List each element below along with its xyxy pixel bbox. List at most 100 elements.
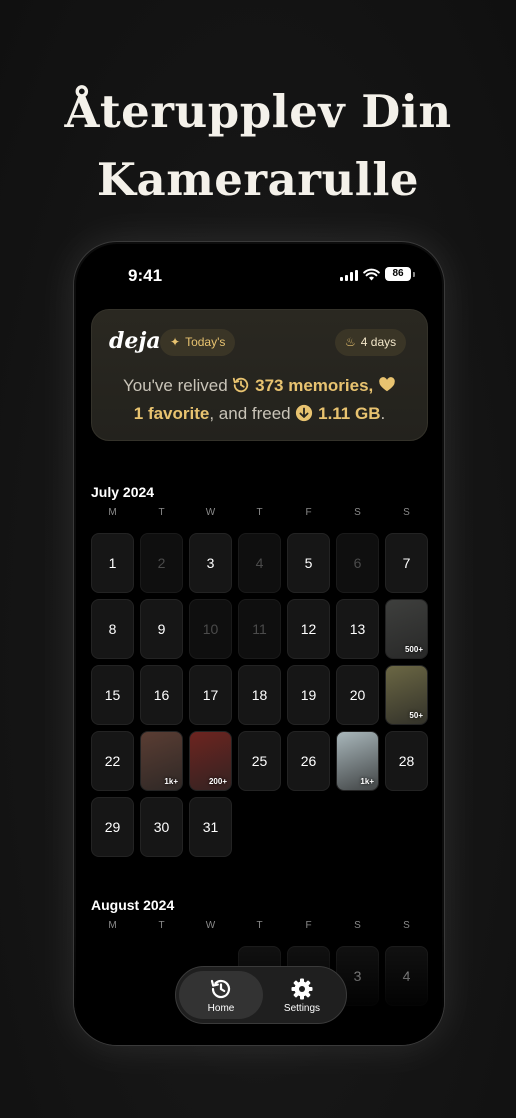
calendar-day[interactable]: 26: [287, 731, 330, 791]
summary-prefix: You've relived: [122, 376, 228, 395]
calendar-day-number: 17: [202, 687, 219, 703]
tab-home-label: Home: [207, 1003, 235, 1014]
headline-line-2: Kamerarulle: [96, 153, 420, 206]
wifi-icon: [363, 268, 380, 281]
calendar-day-number: 31: [202, 819, 219, 835]
calendar-day-number: 30: [153, 819, 170, 835]
calendar-day[interactable]: 7: [385, 533, 428, 593]
calendar-day-number: 19: [300, 687, 317, 703]
phone-frame: 9:41 86 deja ✦ Today's ♨ 4 days You've rel…: [73, 241, 445, 1046]
calendar-day[interactable]: 28: [385, 731, 428, 791]
calendar-day-number: 3: [353, 968, 362, 984]
download-icon: [296, 404, 313, 422]
calendar-day-number: 25: [251, 753, 268, 769]
calendar-day[interactable]: 20: [336, 665, 379, 725]
weekday-label: T: [256, 507, 263, 518]
summary-card: deja ✦ Today's ♨ 4 days You've relived 373…: [91, 309, 428, 441]
history-icon: [210, 979, 231, 999]
tab-settings-label: Settings: [283, 1003, 321, 1014]
calendar-day-number: 7: [402, 555, 411, 571]
photo-count-badge: 50+: [409, 711, 423, 720]
calendar-day-number: 6: [353, 555, 362, 571]
calendar-day[interactable]: 12: [287, 599, 330, 659]
weekday-header-august: M T W T F S S: [91, 920, 431, 934]
summary-middle: , and freed: [209, 404, 291, 423]
calendar-day[interactable]: 8: [91, 599, 134, 659]
calendar-day[interactable]: 11: [238, 599, 281, 659]
calendar-day-number: 22: [104, 753, 121, 769]
weekday-label: F: [305, 920, 312, 931]
calendar-day[interactable]: 22: [91, 731, 134, 791]
tab-home[interactable]: Home: [179, 971, 263, 1019]
calendar-day[interactable]: 29: [91, 797, 134, 857]
calendar-day-number: 20: [349, 687, 366, 703]
calendar-day-number: 28: [398, 753, 415, 769]
weekday-label: T: [158, 920, 165, 931]
calendar-day[interactable]: 50+: [385, 665, 428, 725]
weekday-label: S: [354, 920, 361, 931]
calendar-day[interactable]: 5: [287, 533, 330, 593]
calendar-day[interactable]: 9: [140, 599, 183, 659]
app-logo: deja: [109, 328, 161, 354]
calendar-day-number: 12: [300, 621, 317, 637]
calendar-day[interactable]: 1: [91, 533, 134, 593]
today-label: Today's: [185, 335, 226, 349]
status-time: 9:41: [128, 266, 163, 285]
calendar-day[interactable]: 18: [238, 665, 281, 725]
calendar-day[interactable]: 2: [140, 533, 183, 593]
favorites-count: 1 favorite: [133, 404, 210, 423]
memories-count: 373 memories,: [255, 376, 374, 395]
history-icon: [233, 377, 249, 393]
calendar-day[interactable]: 200+: [189, 731, 232, 791]
calendar-day-number: 13: [349, 621, 366, 637]
photo-count-badge: 1k+: [164, 777, 178, 786]
month-title-august: August 2024: [91, 897, 175, 913]
calendar-day-number: 15: [104, 687, 121, 703]
weekday-label: M: [108, 507, 117, 518]
today-button[interactable]: ✦ Today's: [160, 329, 236, 356]
weekday-label: W: [205, 920, 216, 931]
calendar-day[interactable]: 3: [189, 533, 232, 593]
streak-badge[interactable]: ♨ 4 days: [335, 329, 407, 356]
calendar-day[interactable]: 6: [336, 533, 379, 593]
calendar-day[interactable]: 4: [238, 533, 281, 593]
calendar-day[interactable]: 4: [385, 946, 428, 1006]
calendar-day[interactable]: 17: [189, 665, 232, 725]
calendar-day-number: 3: [206, 555, 215, 571]
tab-bar: Home Settings: [175, 966, 347, 1024]
battery-indicator: 86: [385, 267, 411, 281]
photo-count-badge: 200+: [208, 777, 227, 786]
calendar-day-number: 8: [108, 621, 117, 637]
calendar-day[interactable]: 10: [189, 599, 232, 659]
calendar-day[interactable]: 31: [189, 797, 232, 857]
weekday-label: T: [158, 507, 165, 518]
calendar-day[interactable]: 500+: [385, 599, 428, 659]
calendar-day-number: 5: [304, 555, 313, 571]
freed-amount: 1.11 GB: [318, 404, 381, 423]
calendar-day[interactable]: 19: [287, 665, 330, 725]
calendar-day-number: 11: [252, 621, 267, 637]
calendar-day-number: 18: [251, 687, 268, 703]
status-bar: 9:41 86: [74, 242, 444, 302]
weekday-label: S: [354, 507, 361, 518]
calendar-day-number: 16: [153, 687, 170, 703]
flame-icon: ♨: [345, 335, 356, 349]
summary-text: You've relived 373 memories, 1 favorite,…: [92, 372, 427, 428]
battery-cap: [413, 272, 415, 277]
weekday-label: M: [108, 920, 117, 931]
heart-icon: [379, 377, 395, 392]
gear-icon: [291, 978, 313, 1000]
calendar-day[interactable]: 30: [140, 797, 183, 857]
photo-count-badge: 500+: [404, 645, 423, 654]
calendar-day[interactable]: 25: [238, 731, 281, 791]
calendar-day-number: 2: [157, 555, 166, 571]
calendar-day[interactable]: 1k+: [336, 731, 379, 791]
calendar-day[interactable]: 16: [140, 665, 183, 725]
sparkle-icon: ✦: [170, 335, 181, 349]
calendar-day-number: 1: [108, 555, 117, 571]
tab-settings[interactable]: Settings: [260, 971, 344, 1019]
calendar-day[interactable]: 1k+: [140, 731, 183, 791]
calendar-day[interactable]: 15: [91, 665, 134, 725]
photo-count-badge: 1k+: [360, 777, 374, 786]
calendar-day[interactable]: 13: [336, 599, 379, 659]
